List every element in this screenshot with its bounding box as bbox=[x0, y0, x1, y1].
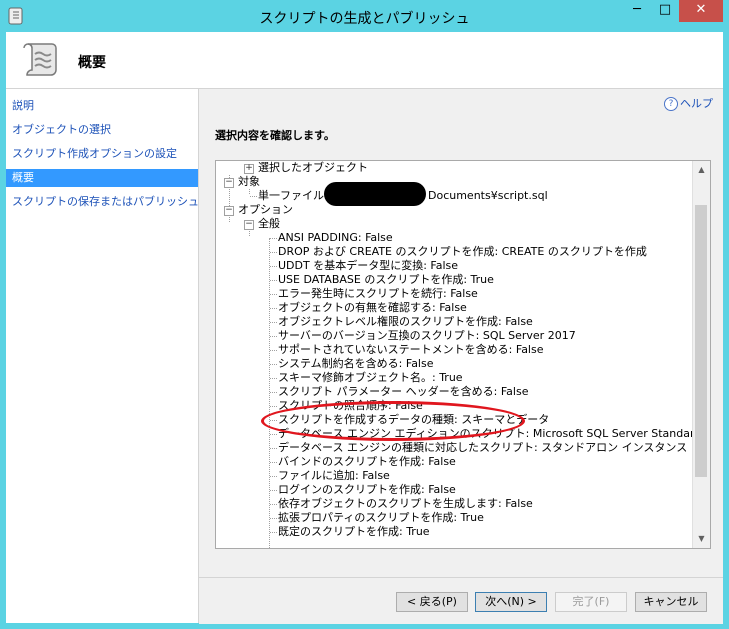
wizard-footer: < 戻る(P) 次へ(N) > 完了(F) キャンセル bbox=[199, 577, 723, 624]
tree-node-general[interactable]: 全般 bbox=[258, 217, 280, 231]
expand-icon[interactable]: + bbox=[244, 164, 254, 174]
highlight-annotation bbox=[261, 401, 525, 441]
option-unsupported-statements[interactable]: サポートされていないステートメントを含める: False bbox=[278, 343, 543, 357]
tree-connector bbox=[270, 490, 277, 491]
option-script-bindings[interactable]: バインドのスクリプトを作成: False bbox=[278, 455, 456, 469]
tree-connector bbox=[270, 238, 277, 239]
sidebar-item-scripting-options[interactable]: スクリプト作成オプションの設定 bbox=[6, 145, 198, 163]
review-prompt: 選択内容を確認します。 bbox=[215, 129, 335, 142]
tree-connector bbox=[270, 392, 277, 393]
option-drop-create[interactable]: DROP および CREATE のスクリプトを作成: CREATE のスクリプト… bbox=[278, 245, 647, 259]
tree-connector bbox=[250, 196, 257, 197]
tree-node-target[interactable]: 対象 bbox=[238, 175, 260, 189]
page-title: 概要 bbox=[78, 55, 106, 71]
option-uddt[interactable]: UDDT を基本データ型に変換: False bbox=[278, 259, 458, 273]
finish-button[interactable]: 完了(F) bbox=[555, 592, 627, 612]
option-append-to-file[interactable]: ファイルに追加: False bbox=[278, 469, 390, 483]
tree-connector bbox=[270, 504, 277, 505]
tree-connector bbox=[270, 448, 277, 449]
maximize-button[interactable]: □ bbox=[651, 0, 679, 22]
tree-connector bbox=[270, 308, 277, 309]
scroll-up-icon[interactable]: ▲ bbox=[693, 161, 710, 178]
tree-connector bbox=[269, 238, 270, 548]
sidebar-item-choose-objects[interactable]: オブジェクトの選択 bbox=[6, 121, 198, 139]
tree-connector bbox=[270, 462, 277, 463]
option-system-constraint-names[interactable]: システム制約名を含める: False bbox=[278, 357, 434, 371]
option-parameter-header[interactable]: スクリプト パラメーター ヘッダーを含める: False bbox=[278, 385, 528, 399]
scroll-thumb[interactable] bbox=[695, 205, 707, 477]
tree-connector bbox=[270, 322, 277, 323]
scroll-icon bbox=[23, 43, 57, 76]
tree-scrollbar[interactable]: ▲ ▼ bbox=[692, 161, 710, 548]
sidebar-item-summary[interactable]: 概要 bbox=[6, 169, 198, 187]
tree-node-options[interactable]: オプション bbox=[238, 203, 293, 217]
summary-panel: ? ヘルプ 選択内容を確認します。 + 選択したオブジェクト − 対象 単一ファイ… bbox=[199, 89, 723, 577]
help-label: ヘルプ bbox=[680, 97, 713, 110]
tree-connector bbox=[270, 406, 277, 407]
minimize-button[interactable]: ─ bbox=[623, 0, 651, 22]
collapse-icon[interactable]: − bbox=[224, 206, 234, 216]
title-bar: スクリプトの生成とパブリッシュ ─ □ ✕ bbox=[0, 0, 729, 32]
help-link[interactable]: ? ヘルプ bbox=[664, 95, 713, 111]
tree-connector bbox=[270, 518, 277, 519]
next-button[interactable]: 次へ(N) > bbox=[475, 592, 547, 612]
option-ansi-padding[interactable]: ANSI PADDING: False bbox=[278, 231, 393, 245]
tree-connector bbox=[270, 350, 277, 351]
close-button[interactable]: ✕ bbox=[679, 0, 723, 22]
redaction-mark bbox=[324, 182, 426, 206]
option-engine-type[interactable]: データベース エンジンの種類に対応したスクリプト: スタンドアロン インスタンス bbox=[278, 441, 687, 455]
cancel-button[interactable]: キャンセル bbox=[635, 592, 707, 612]
option-script-logins[interactable]: ログインのスクリプトを作成: False bbox=[278, 483, 456, 497]
tree-connector bbox=[270, 336, 277, 337]
tree-connector bbox=[270, 266, 277, 267]
option-object-permissions[interactable]: オブジェクトレベル権限のスクリプトを作成: False bbox=[278, 315, 533, 329]
option-check-existence[interactable]: オブジェクトの有無を確認する: False bbox=[278, 301, 467, 315]
option-use-database[interactable]: USE DATABASE のスクリプトを作成: True bbox=[278, 273, 494, 287]
collapse-icon[interactable]: − bbox=[224, 178, 234, 188]
tree-node-selected-objects[interactable]: 選択したオブジェクト bbox=[258, 161, 368, 175]
option-schema-qualify[interactable]: スキーマ修飾オブジェクト名。: True bbox=[278, 371, 463, 385]
option-dependent-objects[interactable]: 依存オブジェクトのスクリプトを生成します: False bbox=[278, 497, 533, 511]
sidebar-item-save-or-publish[interactable]: スクリプトの保存またはパブリッシュ bbox=[6, 193, 199, 211]
single-file-suffix: Documents¥script.sql bbox=[428, 189, 548, 202]
page-header: 概要 bbox=[6, 32, 723, 89]
sidebar-item-description[interactable]: 説明 bbox=[6, 97, 198, 115]
tree-connector bbox=[270, 476, 277, 477]
collapse-icon[interactable]: − bbox=[244, 220, 254, 230]
option-extended-properties[interactable]: 拡張プロパティのスクリプトを作成: True bbox=[278, 511, 484, 525]
option-server-version[interactable]: サーバーのバージョン互換のスクリプト: SQL Server 2017 bbox=[278, 329, 576, 343]
window-title: スクリプトの生成とパブリッシュ bbox=[259, 11, 470, 27]
summary-tree[interactable]: + 選択したオブジェクト − 対象 単一ファイル: C Documents¥sc… bbox=[215, 160, 711, 549]
help-icon: ? bbox=[664, 97, 678, 111]
tree-connector bbox=[270, 294, 277, 295]
wizard-client: 概要 説明 オブジェクトの選択 スクリプト作成オプションの設定 概要 スクリプト… bbox=[6, 32, 723, 624]
scroll-down-icon[interactable]: ▼ bbox=[693, 530, 710, 547]
tree-connector bbox=[270, 252, 277, 253]
tree-connector bbox=[249, 189, 250, 194]
option-script-defaults[interactable]: 既定のスクリプトを作成: True bbox=[278, 525, 430, 539]
wizard-steps-sidebar: 説明 オブジェクトの選択 スクリプト作成オプションの設定 概要 スクリプトの保存… bbox=[6, 89, 199, 623]
back-button[interactable]: < 戻る(P) bbox=[396, 592, 468, 612]
tree-connector bbox=[270, 280, 277, 281]
option-continue-on-error[interactable]: エラー発生時にスクリプトを続行: False bbox=[278, 287, 478, 301]
tree-connector bbox=[270, 378, 277, 379]
tree-connector bbox=[270, 532, 277, 533]
tree-connector bbox=[270, 364, 277, 365]
tree-connector bbox=[270, 434, 277, 435]
